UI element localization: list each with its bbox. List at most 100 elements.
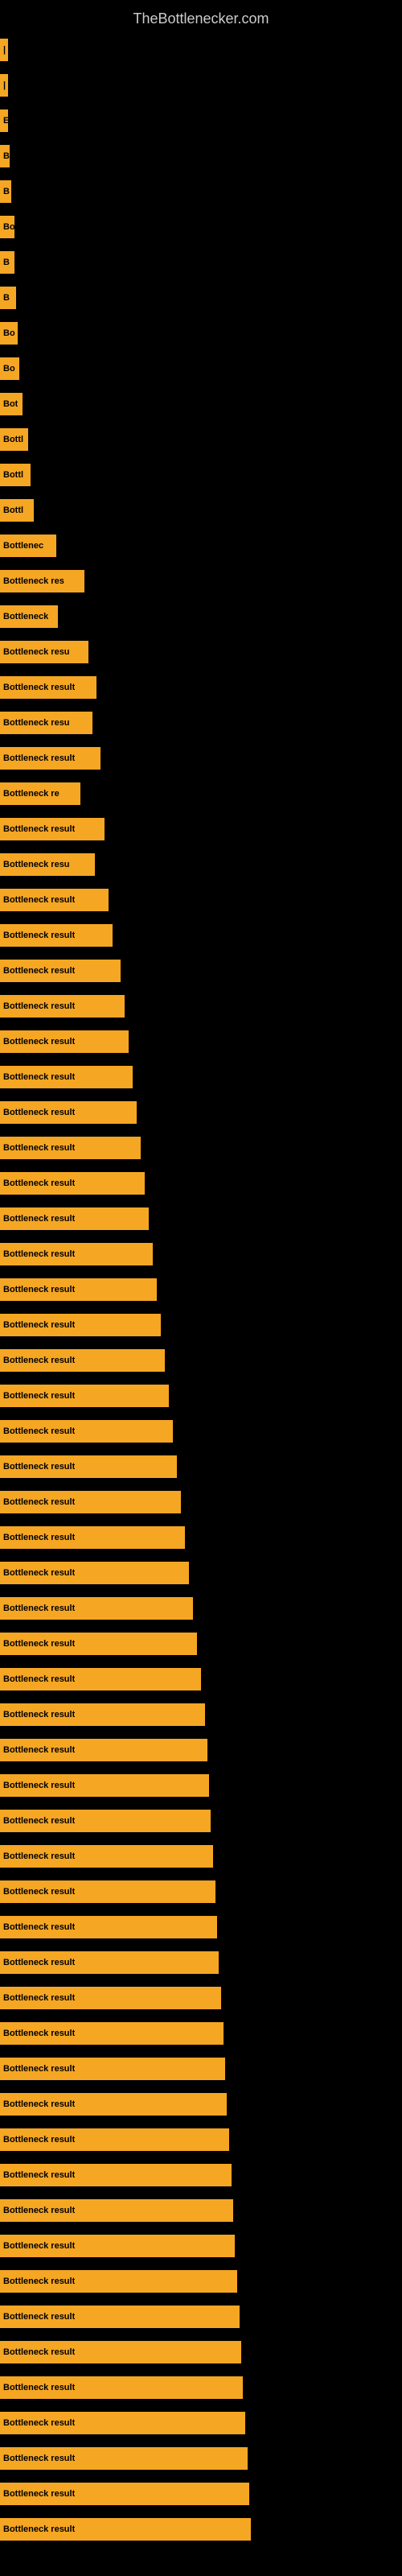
bar: Bottleneck result (0, 1278, 157, 1301)
bars-container: ||EBBBoBBBoBoBotBottlBottlBottlBottlenec… (0, 32, 402, 2547)
bar-label: E (3, 116, 8, 126)
bar-row: Bottleneck result (0, 2016, 402, 2051)
bar: | (0, 74, 8, 97)
bar: Bottleneck result (0, 2093, 227, 2116)
bar-row: Bottleneck result (0, 1307, 402, 1343)
bar-row: Bottleneck result (0, 953, 402, 989)
bar: Bottleneck result (0, 2447, 248, 2470)
bar-label: Bottleneck result (3, 1497, 75, 1507)
bar: B (0, 251, 14, 274)
bar: Bottleneck result (0, 1385, 169, 1407)
bar-label: Bottleneck result (3, 1710, 75, 1719)
bar-row: Bottleneck resu (0, 634, 402, 670)
bar-label: Bottleneck result (3, 1179, 75, 1188)
bar: Bottleneck result (0, 1562, 189, 1584)
bar: Bottleneck result (0, 1526, 185, 1549)
bar-row: Bottleneck result (0, 2476, 402, 2512)
bar: Bottlenec (0, 535, 56, 557)
bar: Bottleneck result (0, 889, 109, 911)
bar-row: Bottl (0, 422, 402, 457)
bar-row: Bo (0, 209, 402, 245)
bar-label: Bottleneck result (3, 1745, 75, 1755)
bar-label: Bottleneck result (3, 2135, 75, 2145)
bar-row: Bottleneck result (0, 2370, 402, 2405)
bar-row: Bottleneck result (0, 1343, 402, 1378)
bar: Bottleneck result (0, 1101, 137, 1124)
bar-label: Bottleneck resu (3, 647, 70, 657)
bar-label: Bottleneck result (3, 2489, 75, 2499)
bar: Bottleneck result (0, 2341, 241, 2363)
bar: Bottleneck result (0, 2235, 235, 2257)
bar-label: | (3, 45, 6, 55)
bar-row: Bo (0, 351, 402, 386)
bar-label: Bottleneck result (3, 2241, 75, 2251)
bar-label: Bottleneck result (3, 824, 75, 834)
bar-label: Bottleneck result (3, 2277, 75, 2286)
bar-row: Bottleneck result (0, 1236, 402, 1272)
bar-row: Bottleneck result (0, 1414, 402, 1449)
bar-label: Bottl (3, 470, 23, 480)
bar: Bottleneck result (0, 747, 100, 770)
bar-row: Bottleneck result (0, 1803, 402, 1839)
bar: Bottleneck result (0, 1845, 213, 1868)
bar-row: | (0, 32, 402, 68)
bar-label: Bottleneck result (3, 1604, 75, 1613)
bar: Bottleneck result (0, 1208, 149, 1230)
bar: Bottleneck result (0, 1066, 133, 1088)
bar-row: Bottleneck result (0, 918, 402, 953)
bar: Bottleneck result (0, 1597, 193, 1620)
bar: Bottleneck result (0, 2483, 249, 2505)
bar-label: Bottleneck result (3, 1462, 75, 1472)
bar-label: | (3, 80, 6, 90)
bar: Bottleneck result (0, 2164, 232, 2186)
bar-label: Bottleneck result (3, 2524, 75, 2534)
bar-row: Bo (0, 316, 402, 351)
bar: E (0, 109, 8, 132)
bar-row: Bottleneck result (0, 1945, 402, 1980)
bar-row: Bottleneck result (0, 1059, 402, 1095)
bar: Bottleneck result (0, 2306, 240, 2328)
bar: B (0, 287, 16, 309)
bar-row: Bottleneck result (0, 1520, 402, 1555)
bar-row: Bottleneck result (0, 741, 402, 776)
bar-label: Bottleneck (3, 612, 48, 621)
bar-label: Bottleneck result (3, 1320, 75, 1330)
bar-row: B (0, 138, 402, 174)
bar-row: Bottleneck result (0, 2405, 402, 2441)
bar: Bottleneck result (0, 1314, 161, 1336)
bar: Bottleneck result (0, 1774, 209, 1797)
bar-row: Bottleneck result (0, 1874, 402, 1909)
bar-label: Bottleneck result (3, 1249, 75, 1259)
bar-label: Bo (3, 364, 15, 374)
bar-label: Bottleneck result (3, 683, 75, 692)
bar: Bottleneck result (0, 924, 113, 947)
bar-label: Bottleneck result (3, 2418, 75, 2428)
bar: Bottleneck resu (0, 641, 88, 663)
bar-label: B (3, 293, 10, 303)
bar-label: Bottl (3, 506, 23, 515)
bar: Bo (0, 357, 19, 380)
bar-row: Bottleneck result (0, 1980, 402, 2016)
bar-label: Bottleneck result (3, 1922, 75, 1932)
bar-row: Bottleneck result (0, 1095, 402, 1130)
bar-label: Bottleneck result (3, 966, 75, 976)
bar: Bottleneck result (0, 1633, 197, 1655)
bar-label: B (3, 187, 10, 196)
bar-label: Bottleneck result (3, 1674, 75, 1684)
bar-label: Bottl (3, 435, 23, 444)
bar: | (0, 39, 8, 61)
bar: Bottleneck result (0, 1987, 221, 2009)
bar: Bottleneck result (0, 2518, 251, 2541)
bar: Bottl (0, 464, 31, 486)
bar-row: Bottleneck result (0, 1732, 402, 1768)
bar: Bottl (0, 499, 34, 522)
bar-label: Bottleneck result (3, 1426, 75, 1436)
bar-row: Bottleneck result (0, 1662, 402, 1697)
bar: Bottleneck result (0, 2270, 237, 2293)
bar-row: Bottleneck result (0, 2051, 402, 2087)
bar-row: B (0, 245, 402, 280)
bar: Bottleneck result (0, 995, 125, 1018)
bar-label: Bo (3, 328, 15, 338)
bar-row: Bottleneck result (0, 2228, 402, 2264)
bar-label: Bottleneck result (3, 1852, 75, 1861)
